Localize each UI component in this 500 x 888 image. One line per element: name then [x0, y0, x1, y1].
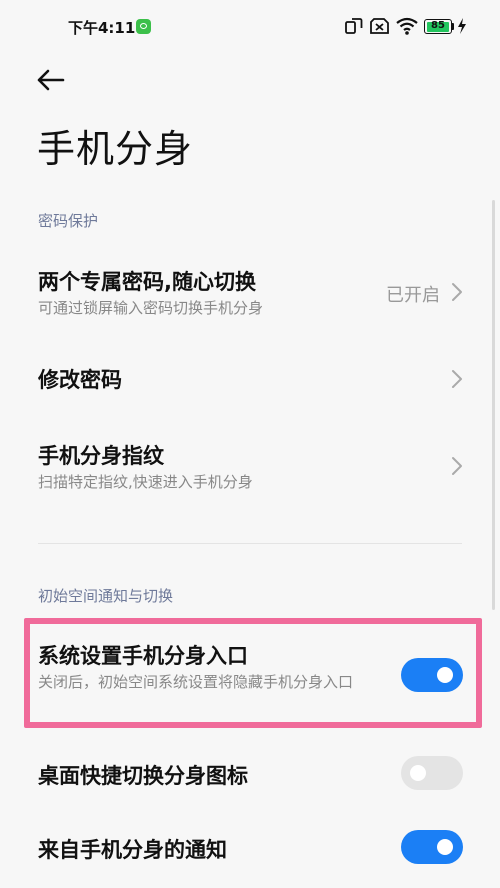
row-title: 桌面快捷切换分身图标	[38, 764, 248, 788]
charging-icon	[458, 18, 466, 34]
row-change-password[interactable]: 修改密码	[0, 352, 500, 408]
toggle-knob	[437, 839, 453, 855]
row-notifications[interactable]: 来自手机分身的通知	[0, 826, 500, 870]
row-desktop-shortcut[interactable]: 桌面快捷切换分身图标	[0, 752, 500, 796]
screen-mirror-icon	[345, 18, 363, 34]
page-title: 手机分身	[37, 127, 194, 171]
toggle-switch[interactable]	[401, 830, 463, 864]
back-button[interactable]	[30, 62, 70, 98]
row-subtitle: 可通过锁屏输入密码切换手机分身	[38, 299, 264, 317]
row-title: 两个专属密码,随心切换	[38, 270, 256, 294]
section-header-password: 密码保护	[38, 212, 99, 230]
row-subtitle: 扫描特定指纹,快速进入手机分身	[38, 473, 253, 491]
row-dual-password[interactable]: 两个专属密码,随心切换 可通过锁屏输入密码切换手机分身 已开启	[0, 258, 500, 328]
row-fingerprint[interactable]: 手机分身指纹 扫描特定指纹,快速进入手机分身	[0, 432, 500, 502]
row-title: 系统设置手机分身入口	[38, 644, 248, 668]
battery-tip	[452, 23, 454, 30]
section-header-notify: 初始空间通知与切换	[38, 587, 174, 605]
wechat-icon	[136, 19, 151, 34]
row-title: 手机分身指纹	[38, 444, 164, 468]
row-subtitle: 关闭后，初始空间系统设置将隐藏手机分身入口	[38, 673, 354, 691]
row-title: 来自手机分身的通知	[38, 838, 227, 862]
row-value: 已开启	[386, 285, 440, 306]
battery-level: 85	[431, 20, 445, 31]
toggle-knob	[437, 667, 453, 683]
row-settings-entry[interactable]: 系统设置手机分身入口 关闭后，初始空间系统设置将隐藏手机分身入口	[0, 630, 500, 718]
chevron-right-icon	[452, 457, 462, 475]
arrow-left-icon	[37, 69, 65, 91]
divider	[38, 543, 462, 544]
status-bar: 下午4:11 85	[0, 0, 500, 56]
toggle-switch[interactable]	[401, 756, 463, 790]
chevron-right-icon	[452, 283, 462, 301]
toggle-knob	[410, 765, 426, 781]
sim-off-icon	[370, 18, 389, 34]
toggle-switch[interactable]	[401, 658, 463, 692]
wifi-icon	[396, 17, 418, 35]
chevron-right-icon	[452, 370, 462, 388]
battery-icon: 85	[424, 19, 452, 34]
row-title: 修改密码	[38, 368, 122, 392]
status-time: 下午4:11	[68, 19, 136, 37]
